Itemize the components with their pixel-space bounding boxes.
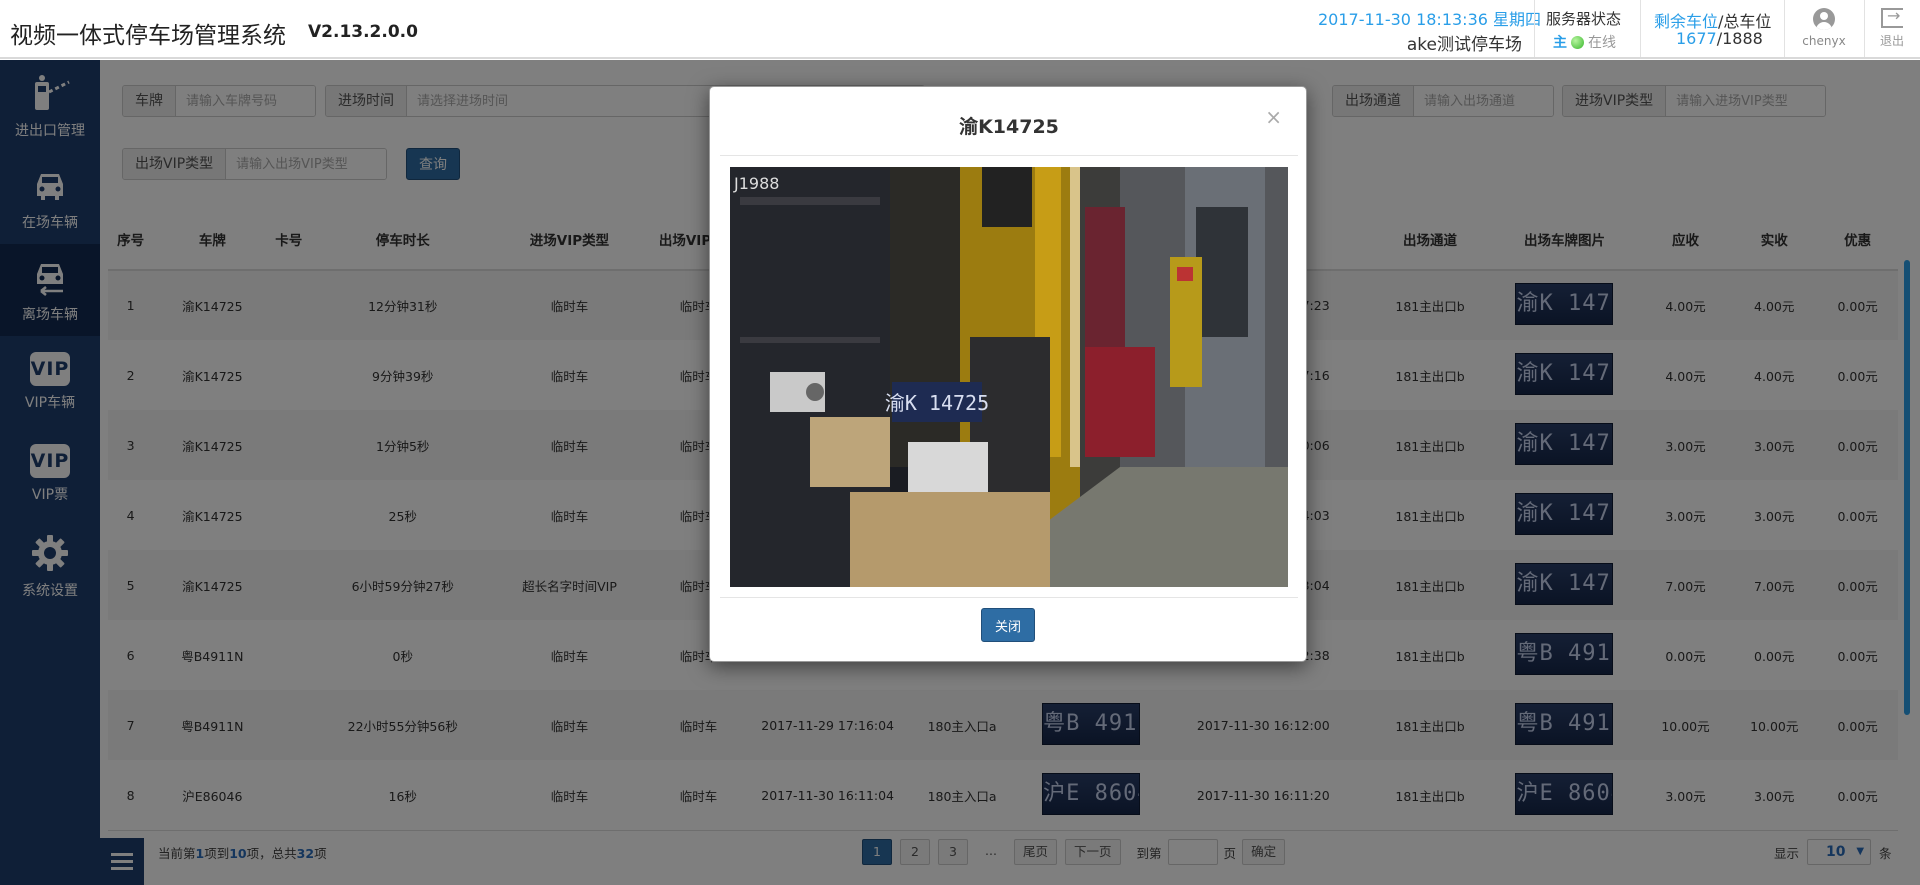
online-indicator-icon <box>1571 35 1584 49</box>
parking-lot-name: ake测试停车场 <box>1406 35 1522 55</box>
remaining-spaces-value: 1677 <box>1676 29 1717 48</box>
header-divider <box>1864 0 1865 57</box>
top-header: 视频一体式停车场管理系统 V2.13.2.0.0 2017-11-30 18:1… <box>0 0 1920 59</box>
server-main-label: 主 <box>1553 35 1567 51</box>
captured-plate-text: 渝K 14725 <box>885 391 989 415</box>
camera-overlay-text: J1988 <box>733 174 779 193</box>
header-divider <box>1640 0 1641 57</box>
server-status: 主 在线 <box>1553 32 1616 52</box>
plate-image-modal: 渝K14725 × 渝K 14725 J1988 关闭 <box>709 86 1307 662</box>
logout-icon <box>1881 6 1903 28</box>
logout-button[interactable]: 退出 <box>1870 6 1914 49</box>
header-divider <box>1784 0 1785 57</box>
header-divider <box>1534 0 1535 57</box>
current-datetime: 2017-11-30 18:13:36 星期四 <box>1318 10 1542 29</box>
modal-divider <box>720 155 1298 156</box>
app-version: V2.13.2.0.0 <box>308 22 418 42</box>
username: chenyx <box>1802 34 1846 48</box>
app-title: 视频一体式停车场管理系统 <box>10 23 286 49</box>
server-online-label: 在线 <box>1588 35 1616 51</box>
user-avatar-icon <box>1813 8 1835 30</box>
modal-close-button[interactable]: 关闭 <box>981 608 1035 642</box>
vehicle-capture-image: 渝K 14725 J1988 <box>730 167 1288 587</box>
modal-title: 渝K14725 <box>959 116 1059 138</box>
modal-divider <box>720 597 1298 598</box>
capacity-value: 1677/1888 <box>1676 29 1763 48</box>
logout-label: 退出 <box>1879 34 1904 48</box>
total-spaces-value: /1888 <box>1716 29 1763 48</box>
modal-close-icon[interactable]: × <box>1265 107 1282 127</box>
user-menu[interactable]: chenyx <box>1786 8 1862 48</box>
server-status-label: 服务器状态 <box>1546 10 1622 28</box>
